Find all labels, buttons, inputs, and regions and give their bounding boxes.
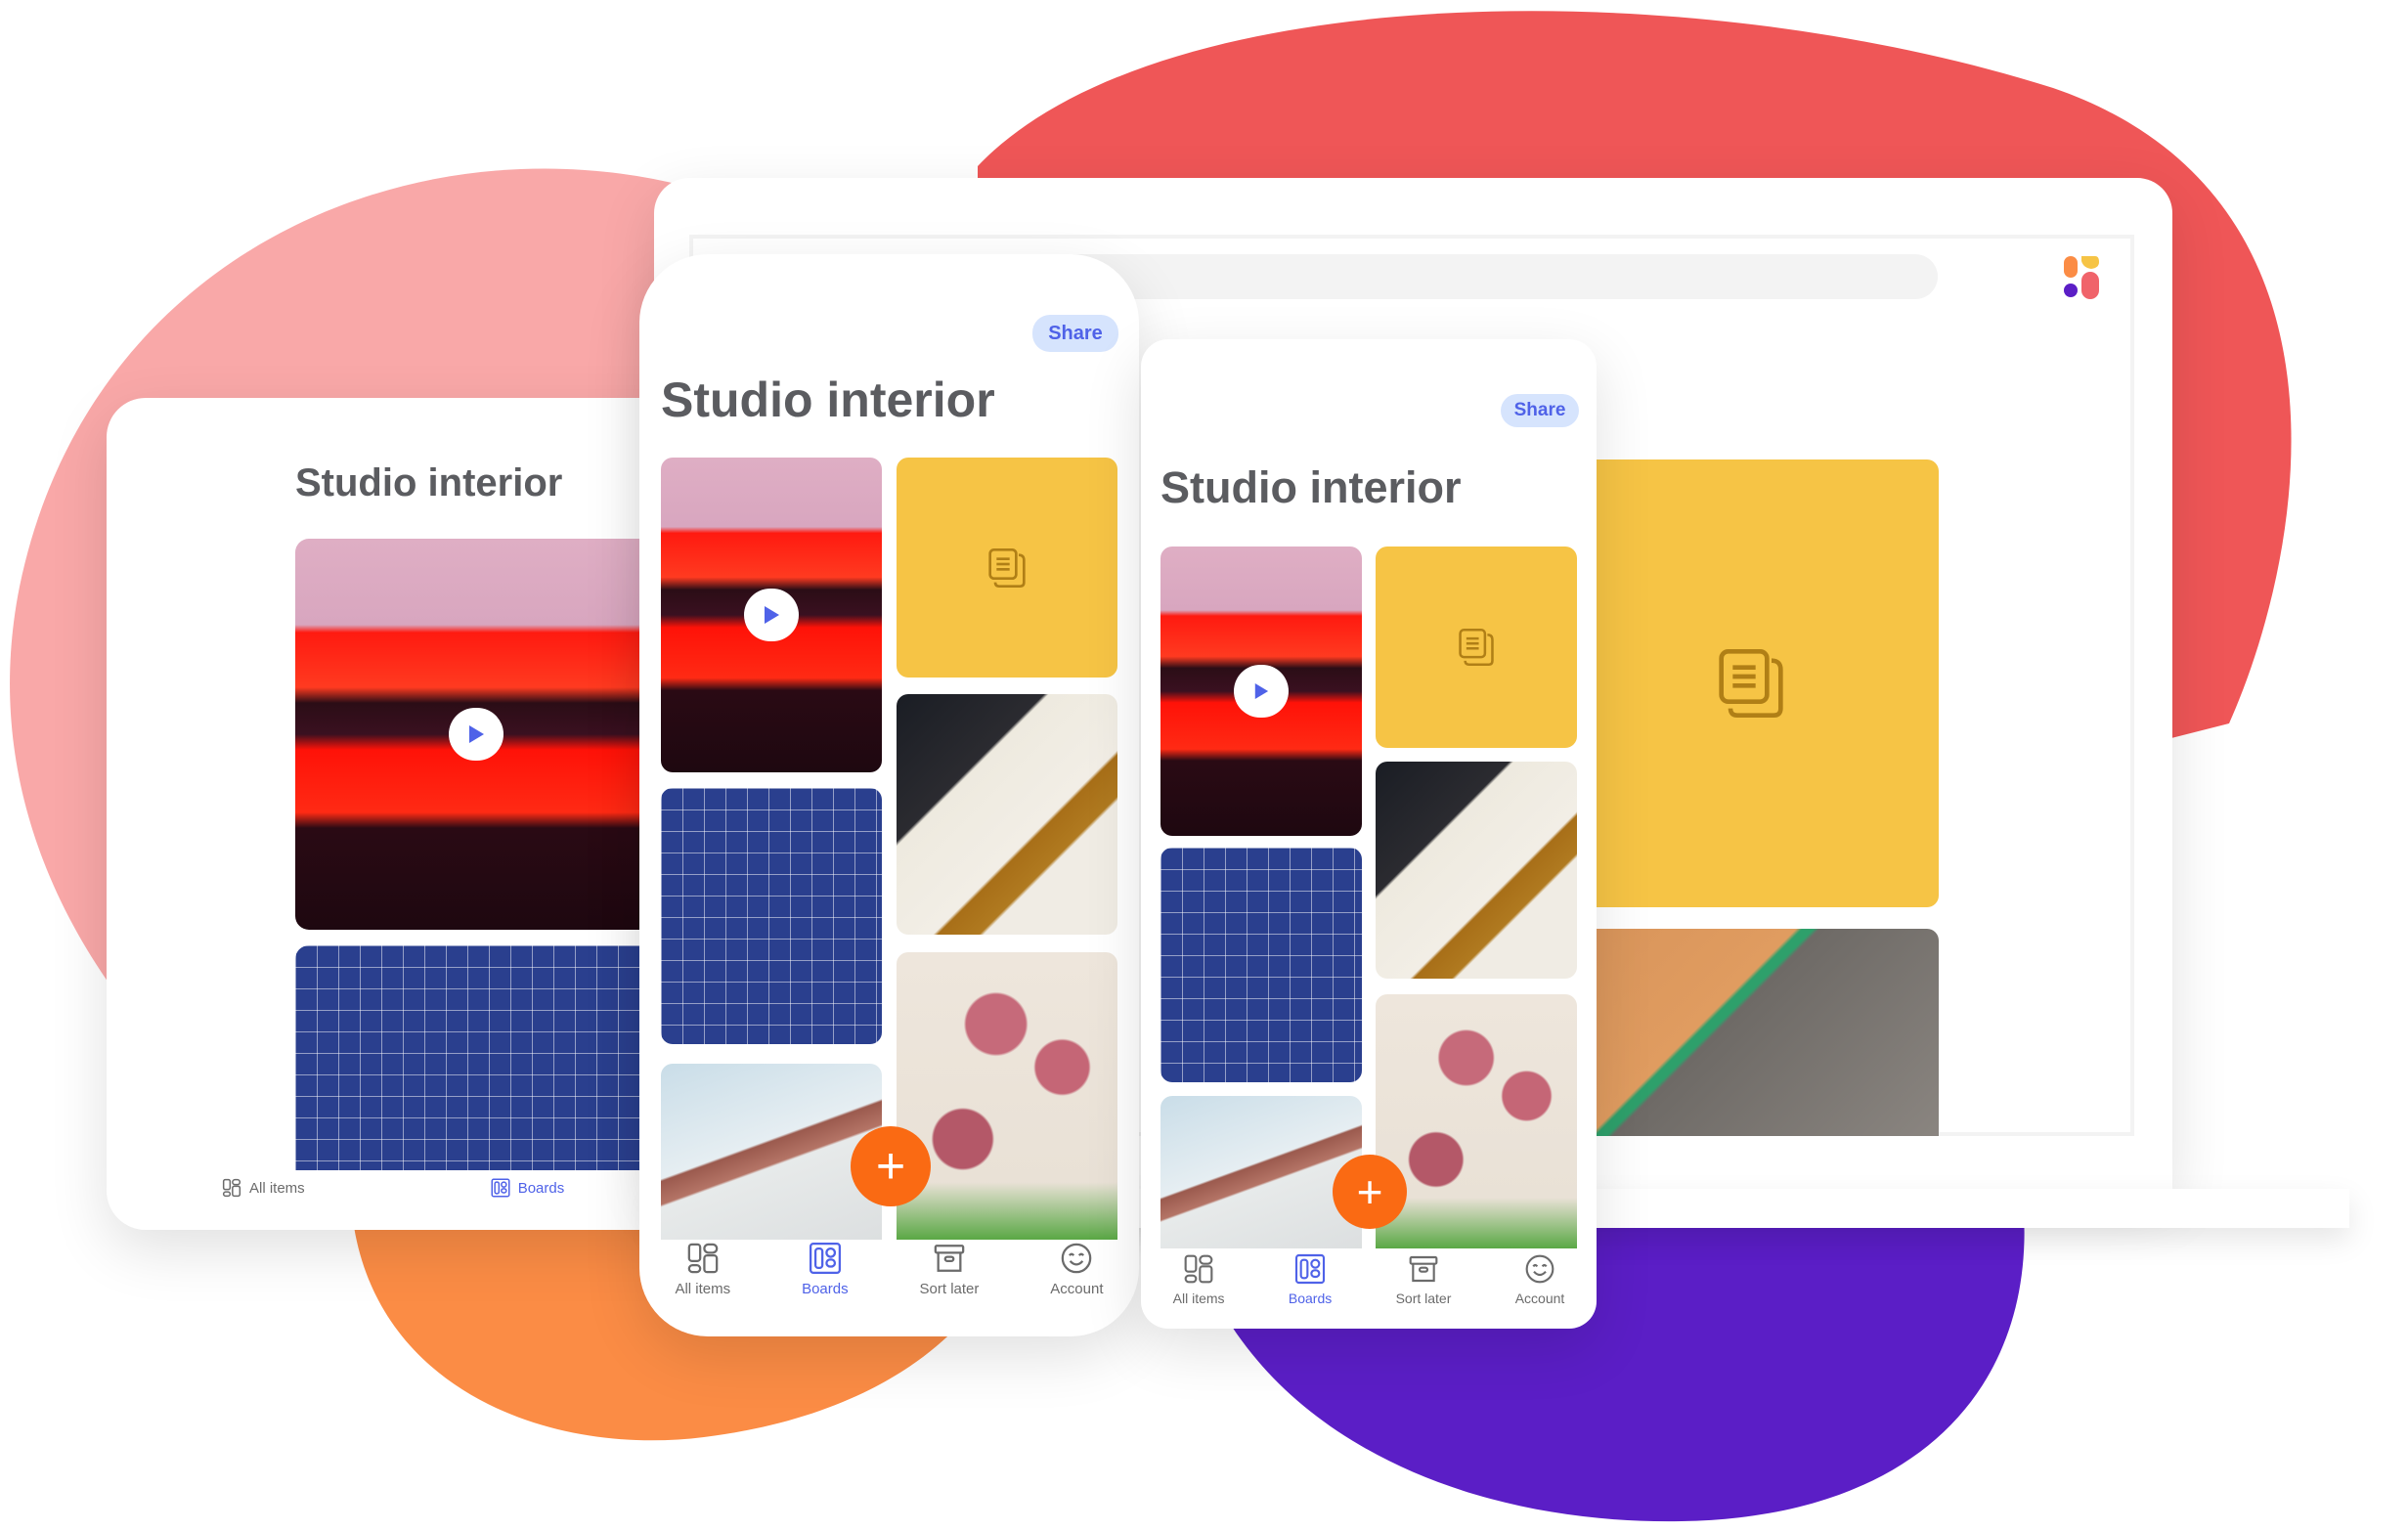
phone-bottom-nav: All items Boards Sort later Account (639, 1242, 1139, 1297)
boards-icon (1294, 1253, 1326, 1285)
notes-icon (1719, 649, 1783, 718)
nav-label: Boards (802, 1281, 849, 1297)
note-tile[interactable] (1563, 459, 1939, 907)
photo-tile[interactable] (897, 952, 1117, 1240)
nav-label: Sort later (919, 1281, 980, 1297)
phone-frame-secondary: Share Studio interior + All items Boards… (1141, 339, 1597, 1329)
board-title: Studio interior (295, 461, 563, 504)
photo-tile[interactable] (1563, 929, 1939, 1136)
archive-box-icon (1409, 1255, 1438, 1283)
photo-tile[interactable] (1376, 994, 1577, 1248)
play-button[interactable] (1234, 665, 1289, 718)
board-title: Studio interior (1160, 462, 1462, 512)
add-button[interactable]: + (851, 1126, 931, 1206)
photo-tile[interactable] (1376, 762, 1577, 979)
play-icon (765, 606, 779, 624)
smiley-face-icon (1062, 1243, 1092, 1274)
all-items-icon (222, 1178, 241, 1198)
video-tile[interactable] (1160, 547, 1362, 836)
nav-label: Boards (517, 1179, 565, 1197)
share-button[interactable]: Share (1501, 394, 1579, 427)
phone-frame: Share Studio interior + All items Boards… (639, 254, 1139, 1336)
photo-tile[interactable] (1160, 1096, 1362, 1248)
add-button[interactable]: + (1333, 1155, 1407, 1229)
photo-tile[interactable] (661, 788, 882, 1044)
notes-icon (988, 547, 1026, 588)
tablet-bottom-nav: All items Boards (222, 1178, 564, 1198)
notes-icon (1459, 629, 1494, 666)
video-tile[interactable] (661, 458, 882, 772)
boards-icon (809, 1242, 841, 1275)
video-tile[interactable] (295, 539, 657, 930)
nav-item-all-items[interactable]: All items (1173, 1253, 1225, 1306)
nav-item-boards[interactable]: Boards (802, 1242, 849, 1297)
play-button[interactable] (744, 589, 799, 641)
nav-label: All items (249, 1179, 305, 1197)
note-tile[interactable] (1376, 547, 1577, 748)
nav-label: Sort later (1395, 1290, 1452, 1306)
all-items-icon (1184, 1254, 1213, 1284)
phone-bottom-nav: All items Boards Sort later Account (1141, 1253, 1597, 1306)
nav-item-account[interactable]: Account (1050, 1242, 1104, 1297)
play-button[interactable] (449, 708, 503, 761)
nav-item-all-items[interactable]: All items (222, 1178, 305, 1198)
play-icon (469, 725, 484, 743)
nav-label: All items (1172, 1290, 1225, 1306)
nav-label: Account (1050, 1281, 1104, 1297)
nav-label: All items (675, 1281, 731, 1297)
photo-tile[interactable] (897, 694, 1117, 935)
board-title: Studio interior (661, 372, 995, 427)
play-icon (1254, 683, 1269, 699)
nav-item-sort-later[interactable]: Sort later (919, 1242, 980, 1297)
nav-label: Boards (1288, 1290, 1333, 1306)
nav-label: Account (1514, 1290, 1565, 1306)
nav-item-boards[interactable]: Boards (1289, 1253, 1332, 1306)
nav-item-account[interactable]: Account (1514, 1253, 1565, 1306)
app-logo-icon (2064, 256, 2099, 299)
note-tile[interactable] (897, 458, 1117, 678)
share-button[interactable]: Share (1032, 315, 1118, 352)
photo-tile[interactable] (1160, 848, 1362, 1082)
nav-item-boards[interactable]: Boards (491, 1178, 565, 1198)
photo-tile[interactable] (661, 1064, 882, 1240)
nav-item-sort-later[interactable]: Sort later (1395, 1253, 1452, 1306)
smiley-face-icon (1525, 1254, 1554, 1284)
archive-box-icon (934, 1245, 965, 1272)
photo-tile[interactable] (295, 945, 657, 1170)
nav-item-all-items[interactable]: All items (675, 1242, 730, 1297)
all-items-icon (687, 1243, 719, 1274)
boards-icon (491, 1178, 510, 1198)
